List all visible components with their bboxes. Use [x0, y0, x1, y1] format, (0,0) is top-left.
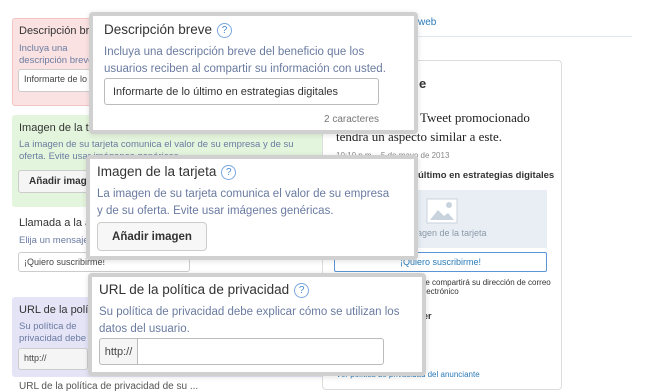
description-tooltip-card: Descripción breve? Incluya una descripci…	[89, 12, 418, 134]
email-note: Se compartirá su dirección de correo ele…	[420, 278, 551, 296]
image-title-text: Imagen de la tarjeta	[97, 164, 217, 179]
divider	[418, 36, 632, 37]
footer-label-bg: URL de la política de privacidad de su .…	[19, 381, 199, 392]
cta-hint-bg: Elija un mensaje que	[19, 235, 89, 246]
description-hint-bg: Incluya una descripción breve del benefi…	[19, 43, 94, 66]
image-help-text: La imagen de su tarjeta comunica el valo…	[97, 188, 390, 217]
web-link-bg[interactable]: web	[418, 17, 436, 28]
cta-label-bg: Llamada a la acción	[19, 217, 89, 229]
privacy-prefix-bg: http://	[18, 348, 88, 370]
character-counter: 2 caracteres	[324, 114, 380, 125]
help-icon[interactable]: ?	[294, 283, 310, 298]
image-tooltip-card: Imagen de la tarjeta? La imagen de su ta…	[86, 155, 418, 260]
privacy-help-text: Su política de privacidad debe explicar …	[99, 306, 400, 335]
privacy-title-text: URL de la política de privacidad	[99, 282, 290, 297]
card-title: último en estrategias digitales	[418, 170, 555, 181]
add-image-button[interactable]: Añadir imagen	[97, 222, 207, 251]
url-prefix: http://	[99, 338, 137, 365]
help-icon[interactable]: ?	[221, 165, 237, 180]
card-image-caption: Imagen de la tarjeta	[419, 228, 487, 238]
description-input-bg[interactable]: Informarte de lo último en estrategias d…	[18, 69, 98, 92]
description-title-text: Descripción breve	[104, 22, 213, 37]
privacy-tooltip-card: URL de la política de privacidad? Su pol…	[88, 273, 426, 376]
image-title: Imagen de la tarjeta?	[97, 164, 237, 180]
description-title: Descripción breve?	[104, 22, 233, 38]
description-help-text: Incluya una descripción breve del benefi…	[104, 46, 386, 75]
image-icon	[426, 198, 458, 224]
privacy-hint-bg: Su política de privacidad debe explicar …	[19, 321, 87, 344]
privacy-title: URL de la política de privacidad?	[99, 282, 310, 298]
privacy-label-bg: URL de la política de privacidad	[19, 304, 89, 316]
privacy-url-input[interactable]	[137, 338, 384, 365]
preview-header: e	[419, 76, 427, 91]
help-icon[interactable]: ?	[217, 23, 233, 38]
description-input[interactable]: Informarte de lo último en estrategias d…	[104, 78, 379, 105]
